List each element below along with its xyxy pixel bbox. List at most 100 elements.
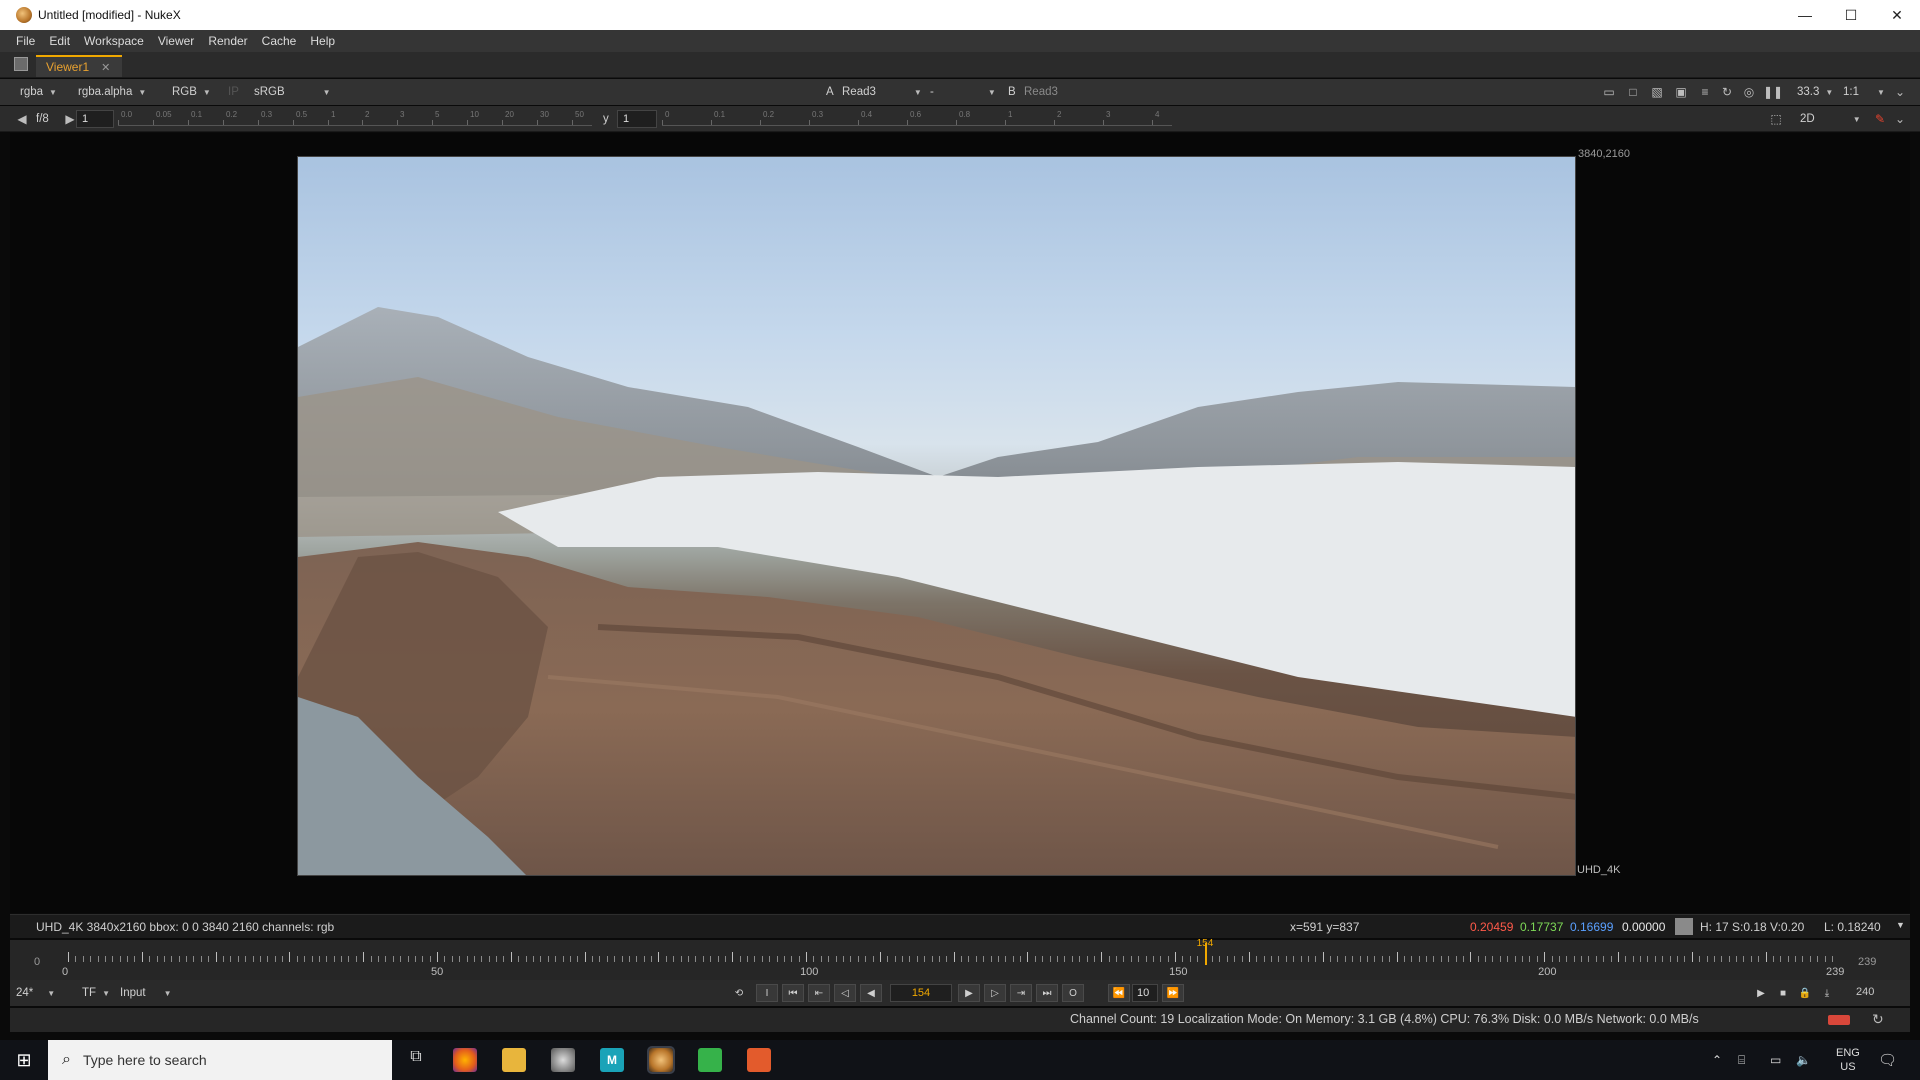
language-indicator[interactable]: ENG US bbox=[1836, 1040, 1860, 1080]
viewer-image[interactable] bbox=[297, 156, 1576, 876]
roi-icon[interactable]: ▭ bbox=[1601, 84, 1617, 100]
timeline-tick bbox=[761, 956, 763, 962]
alpha-channel-dropdown[interactable]: rgba.alpha ▼ bbox=[78, 82, 146, 102]
refresh-icon[interactable]: ↻ bbox=[1872, 1011, 1884, 1028]
range-dropdown[interactable]: Input ▼ bbox=[120, 983, 172, 1003]
pane-menu-icon[interactable] bbox=[14, 57, 28, 71]
wipe-icon[interactable]: ▧ bbox=[1649, 84, 1665, 100]
region-select-icon[interactable]: ⬚ bbox=[1768, 111, 1784, 127]
last-frame-icon[interactable]: ⏭ bbox=[1036, 984, 1058, 1002]
flipbook-icon[interactable]: ▶ bbox=[1750, 984, 1772, 1002]
channels-dropdown[interactable]: rgba ▼ bbox=[20, 82, 57, 102]
composite-dropdown[interactable]: - ▼ bbox=[930, 82, 996, 102]
next-frame-icon[interactable]: ▷ bbox=[984, 984, 1006, 1002]
app-icon-green[interactable] bbox=[698, 1048, 722, 1072]
fstop-label: f/8 bbox=[36, 113, 49, 125]
out-point-icon[interactable]: O bbox=[1062, 984, 1084, 1002]
fps-dropdown[interactable]: 24* ▼ bbox=[16, 983, 55, 1003]
end-frame-field[interactable]: 240 bbox=[1856, 986, 1874, 998]
gain-slider[interactable]: 0.0 0.05 0.1 0.2 0.3 0.5 1 2 3 5 10 20 30 50 bbox=[118, 110, 592, 126]
first-frame-icon[interactable]: ⏮ bbox=[782, 984, 804, 1002]
display-channel-dropdown[interactable]: RGB ▼ bbox=[172, 82, 211, 102]
timeline-in-field[interactable]: 0 bbox=[34, 956, 40, 968]
tray-overflow-icon[interactable]: ⌃ bbox=[1712, 1040, 1722, 1080]
minimize-button[interactable]: — bbox=[1782, 0, 1828, 30]
menu-render[interactable]: Render bbox=[208, 34, 247, 48]
menu-cache[interactable]: Cache bbox=[262, 34, 297, 48]
display-tray-icon[interactable]: ▭ bbox=[1770, 1040, 1781, 1080]
volume-tray-icon[interactable]: 🔈 bbox=[1796, 1040, 1811, 1080]
stack-icon[interactable]: ≡ bbox=[1697, 84, 1713, 100]
play-forward-icon[interactable]: ▶ bbox=[958, 984, 980, 1002]
windows-start-icon[interactable]: ⊞ bbox=[0, 1040, 48, 1080]
app-icon-red[interactable] bbox=[747, 1048, 771, 1072]
timeline-tick bbox=[872, 956, 874, 962]
ratio-dropdown[interactable]: 1:1 ▼ bbox=[1843, 82, 1885, 102]
view-mode-dropdown[interactable]: 2D ▼ bbox=[1800, 109, 1861, 129]
taskbar-search[interactable]: ⌕ Type here to search bbox=[48, 1040, 392, 1080]
next-keyframe-icon[interactable]: ⇥ bbox=[1010, 984, 1032, 1002]
in-point-icon[interactable]: I bbox=[756, 984, 778, 1002]
gamma-field[interactable]: 1 bbox=[617, 110, 657, 128]
slider-tick bbox=[907, 120, 908, 125]
timeline[interactable]: 0 239 0 50 100 150 200 239 154 bbox=[10, 938, 1910, 980]
tf-dropdown[interactable]: TF ▼ bbox=[82, 983, 110, 1003]
tab-viewer1[interactable]: Viewer1 ✕ bbox=[36, 55, 122, 77]
pause-icon[interactable]: ❚❚ bbox=[1763, 84, 1783, 100]
timeline-tick bbox=[1662, 956, 1664, 962]
stop-icon[interactable]: ■ bbox=[1772, 984, 1794, 1002]
timeline-tick bbox=[1167, 956, 1169, 962]
menu-help[interactable]: Help bbox=[310, 34, 335, 48]
lock-icon[interactable]: 🔒 bbox=[1794, 984, 1816, 1002]
app-icon-m[interactable]: M bbox=[600, 1048, 624, 1072]
firefox-icon[interactable] bbox=[453, 1048, 477, 1072]
task-view-icon[interactable]: ⧉ bbox=[404, 1048, 428, 1072]
search-icon: ⌕ bbox=[62, 1051, 71, 1068]
close-button[interactable]: ✕ bbox=[1874, 0, 1920, 30]
gamma-slider[interactable]: 0 0.1 0.2 0.3 0.4 0.6 0.8 1 2 3 4 bbox=[662, 110, 1172, 126]
step-field[interactable]: 10 bbox=[1132, 984, 1158, 1002]
input-b-dropdown[interactable]: Read3 bbox=[1024, 82, 1058, 102]
network-tray-icon[interactable]: ⌸ bbox=[1738, 1040, 1745, 1080]
window-controls: — ☐ ✕ bbox=[1782, 0, 1920, 30]
timeline-tick bbox=[1367, 956, 1368, 962]
timeline-tick bbox=[1093, 956, 1095, 962]
paint-brush-icon[interactable]: ✎ bbox=[1872, 111, 1888, 127]
nuke-taskbar-icon[interactable] bbox=[647, 1046, 675, 1074]
render-icon[interactable]: ⤓ bbox=[1816, 984, 1838, 1002]
timeline-track[interactable] bbox=[68, 952, 1833, 962]
fstop-decrease-icon[interactable]: ◀ bbox=[14, 111, 30, 127]
menu-edit[interactable]: Edit bbox=[49, 34, 70, 48]
tab-close-icon[interactable]: ✕ bbox=[101, 61, 110, 74]
loop-icon[interactable]: ⟲ bbox=[728, 984, 750, 1002]
prev-keyframe-icon[interactable]: ⇤ bbox=[808, 984, 830, 1002]
lut-dropdown[interactable]: sRGB ▼ bbox=[254, 82, 331, 102]
maximize-button[interactable]: ☐ bbox=[1828, 0, 1874, 30]
step-forward-icon[interactable]: ⏩ bbox=[1162, 984, 1184, 1002]
menu-file[interactable]: File bbox=[16, 34, 35, 48]
play-backward-icon[interactable]: ◀ bbox=[860, 984, 882, 1002]
proxy-icon[interactable]: ◎ bbox=[1741, 84, 1757, 100]
menu-workspace[interactable]: Workspace bbox=[84, 34, 144, 48]
format-info: UHD_4K 3840x2160 bbox: 0 0 3840 2160 cha… bbox=[36, 920, 335, 934]
app-icon-aperture[interactable] bbox=[551, 1048, 575, 1072]
timeline-tick bbox=[274, 956, 276, 962]
notification-icon[interactable]: 🗨 bbox=[1878, 1040, 1897, 1080]
input-a-dropdown[interactable]: Read3 ▼ bbox=[842, 82, 922, 102]
overlay-icon[interactable]: ▣ bbox=[1673, 84, 1689, 100]
refresh-icon[interactable]: ↻ bbox=[1719, 84, 1735, 100]
zoom-dropdown[interactable]: 33.3 ▼ bbox=[1797, 82, 1833, 102]
timeline-tick bbox=[1536, 956, 1538, 962]
gain-field[interactable]: 1 bbox=[76, 110, 114, 128]
ip-toggle[interactable]: IP bbox=[228, 82, 239, 102]
prev-frame-icon[interactable]: ◁ bbox=[834, 984, 856, 1002]
frame-icon[interactable]: □ bbox=[1625, 84, 1641, 100]
step-back-icon[interactable]: ⏪ bbox=[1108, 984, 1130, 1002]
expand-icon[interactable]: ⌄ bbox=[1892, 84, 1908, 100]
menu-viewer[interactable]: Viewer bbox=[158, 34, 194, 48]
current-frame-field[interactable]: 154 bbox=[890, 984, 952, 1002]
expand-icon[interactable]: ⌄ bbox=[1892, 111, 1908, 127]
file-explorer-icon[interactable] bbox=[502, 1048, 526, 1072]
timeline-out-field[interactable]: 239 bbox=[1858, 956, 1876, 968]
info-menu-icon[interactable]: ▼ bbox=[1896, 920, 1905, 930]
